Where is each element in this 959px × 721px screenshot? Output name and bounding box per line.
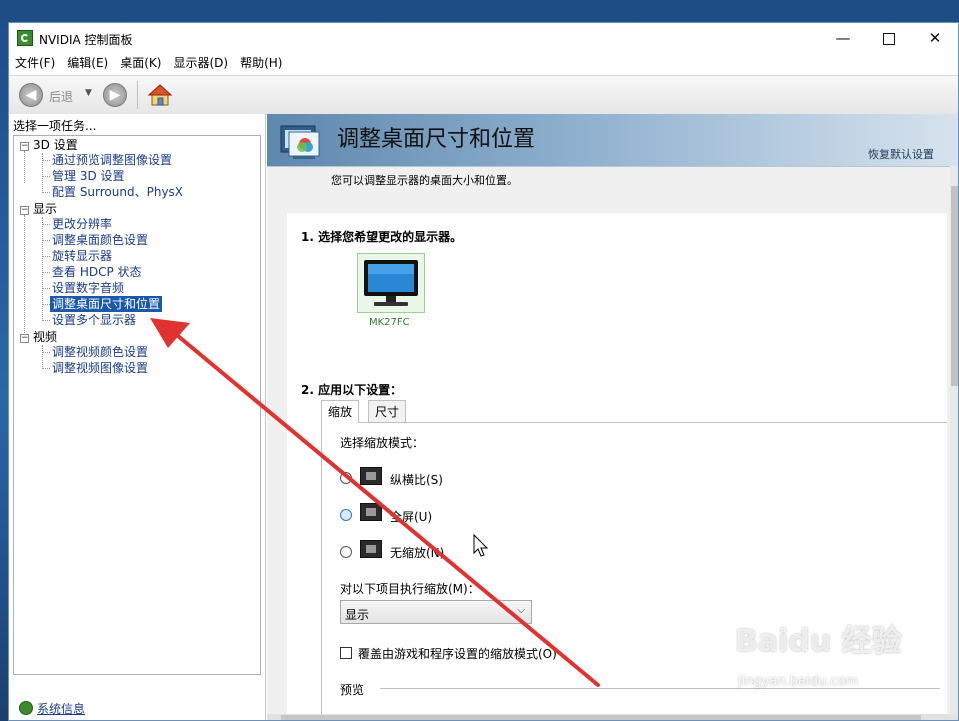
override-scaling-label[interactable]: 覆盖由游戏和程序设置的缩放模式(O) xyxy=(358,645,557,662)
collapse-icon[interactable]: − xyxy=(20,206,29,215)
full-screen-label[interactable]: 全屏(U) xyxy=(390,508,432,525)
tree-item-rotate-display[interactable]: 旋转显示器 xyxy=(52,248,112,264)
toolbar-divider xyxy=(137,81,138,109)
task-pane-title: 选择一项任务... xyxy=(13,119,97,133)
display-settings-icon xyxy=(280,125,320,159)
baidu-watermark-url: jingyan.baidu.com xyxy=(738,674,858,689)
menu-desktop[interactable]: 桌面(K) xyxy=(114,53,167,73)
tree-item-preview-image[interactable]: 通过预览调整图像设置 xyxy=(52,152,172,168)
title-bar: NVIDIA 控制面板 — ✕ xyxy=(9,23,958,53)
aspect-ratio-label[interactable]: 纵横比(S) xyxy=(390,471,443,488)
task-tree: − 3D 设置 通过预览调整图像设置 管理 3D 设置 配置 Surround、… xyxy=(13,135,261,675)
tree-item-video-image[interactable]: 调整视频图像设置 xyxy=(52,360,148,376)
perform-scaling-select[interactable]: 显示 ⌵ xyxy=(340,600,532,624)
tree-connector xyxy=(42,352,50,353)
perform-scaling-label: 对以下项目执行缩放(M)： xyxy=(340,582,480,596)
tree-item-manage-3d[interactable]: 管理 3D 设置 xyxy=(52,168,125,184)
tree-item-video-color[interactable]: 调整视频颜色设置 xyxy=(52,344,148,360)
step-2-heading: 2. 应用以下设置： xyxy=(301,383,403,397)
no-scaling-radio[interactable] xyxy=(340,546,352,558)
tree-connector xyxy=(42,240,50,241)
tree-item-multiple-displays[interactable]: 设置多个显示器 xyxy=(52,312,136,328)
tree-connector xyxy=(42,256,50,257)
scale-mode-label: 选择缩放模式： xyxy=(340,436,425,450)
tree-group-display[interactable]: 显示 xyxy=(33,201,57,217)
tree-item-digital-audio[interactable]: 设置数字音频 xyxy=(52,280,124,296)
full-screen-radio[interactable] xyxy=(340,509,352,521)
maximize-button[interactable] xyxy=(866,23,912,53)
back-label[interactable]: 后退 xyxy=(49,88,73,105)
menu-file[interactable]: 文件(F) xyxy=(9,53,61,73)
nvidia-app-icon xyxy=(17,30,33,46)
tree-group-3d[interactable]: 3D 设置 xyxy=(33,137,78,153)
minimize-button[interactable]: — xyxy=(820,23,866,53)
toolbar: ◀ 后退 ▼ ▶ xyxy=(9,75,958,115)
tree-item-surround-physx[interactable]: 配置 Surround、PhysX xyxy=(52,184,183,200)
home-icon[interactable] xyxy=(147,82,173,108)
aspect-ratio-icon xyxy=(360,467,382,485)
tree-connector xyxy=(42,272,50,273)
menu-bar: 文件(F) 编辑(E) 桌面(K) 显示器(D) 帮助(H) xyxy=(9,53,958,73)
menu-help[interactable]: 帮助(H) xyxy=(234,53,288,73)
tree-connector xyxy=(42,192,50,193)
menu-display[interactable]: 显示器(D) xyxy=(167,53,234,73)
tree-item-change-resolution[interactable]: 更改分辨率 xyxy=(52,216,112,232)
page-description: 您可以调整显示器的桌面大小和位置。 xyxy=(331,174,518,187)
tree-connector xyxy=(42,224,50,225)
tree-connector xyxy=(42,345,43,369)
horizontal-scrollbar[interactable] xyxy=(267,714,958,720)
maximize-icon xyxy=(883,32,895,45)
tab-scaling[interactable]: 缩放 xyxy=(321,400,360,423)
full-screen-icon xyxy=(360,503,382,521)
tab-size[interactable]: 尺寸 xyxy=(368,400,407,422)
monitor-tile[interactable] xyxy=(357,253,425,313)
tree-connector xyxy=(42,288,50,289)
no-scaling-label[interactable]: 无缩放(N) xyxy=(390,544,444,561)
chevron-down-icon: ⌵ xyxy=(517,605,525,616)
task-pane: 选择一项任务... − 3D 设置 通过预览调整图像设置 管理 3D 设置 配置… xyxy=(9,114,266,720)
vertical-scrollbar[interactable] xyxy=(950,166,958,720)
menu-edit[interactable]: 编辑(E) xyxy=(61,53,114,73)
aspect-ratio-radio[interactable] xyxy=(340,472,352,484)
page-title: 调整桌面尺寸和位置 xyxy=(337,127,536,152)
tree-connector xyxy=(42,160,50,161)
tree-connector xyxy=(42,320,50,321)
tree-connector xyxy=(42,304,50,305)
monitor-name: MK27FC xyxy=(369,317,410,328)
override-scaling-checkbox[interactable] xyxy=(340,647,352,659)
system-info-label[interactable]: 系统信息 xyxy=(37,702,85,716)
collapse-icon[interactable]: − xyxy=(20,142,29,151)
no-scaling-icon xyxy=(360,540,382,558)
tree-item-hdcp-status[interactable]: 查看 HDCP 状态 xyxy=(52,264,142,280)
collapse-icon[interactable]: − xyxy=(20,334,29,343)
horizontal-scroll-thumb[interactable] xyxy=(281,715,921,720)
tree-group-video[interactable]: 视频 xyxy=(33,329,57,345)
tree-connector xyxy=(24,215,25,333)
system-info-link[interactable]: 系统信息 xyxy=(19,700,85,717)
close-button[interactable]: ✕ xyxy=(912,23,958,53)
back-button[interactable]: ◀ xyxy=(19,83,43,107)
tree-item-desktop-color[interactable]: 调整桌面颜色设置 xyxy=(52,232,148,248)
tree-connector xyxy=(24,151,25,183)
baidu-watermark: Baidu 经验 xyxy=(735,624,902,659)
preview-label: 预览 xyxy=(340,683,365,697)
tree-connector xyxy=(42,217,43,321)
tree-connector xyxy=(42,176,50,177)
forward-button[interactable]: ▶ xyxy=(103,83,127,107)
tree-item-desktop-size-position[interactable]: 调整桌面尺寸和位置 xyxy=(50,296,163,312)
monitor-icon xyxy=(364,260,418,306)
restore-defaults-link[interactable]: 恢复默认设置 xyxy=(868,146,934,162)
perform-scaling-value: 显示 xyxy=(345,608,370,622)
tree-connector xyxy=(42,153,43,193)
history-dropdown[interactable]: ▼ xyxy=(85,88,92,98)
window-title: NVIDIA 控制面板 xyxy=(39,33,133,47)
settings-tabs: 缩放 尺寸 选择缩放模式： 纵横比(S) 全屏(U) 无缩放(N) 对以下项目执… xyxy=(321,400,947,718)
page-banner: 调整桌面尺寸和位置 恢复默认设置 xyxy=(267,114,958,167)
tree-connector xyxy=(42,368,50,369)
step-1-heading: 1. 选择您希望更改的显示器。 xyxy=(301,230,463,244)
vertical-scroll-thumb[interactable] xyxy=(951,186,958,386)
info-icon xyxy=(19,701,33,715)
